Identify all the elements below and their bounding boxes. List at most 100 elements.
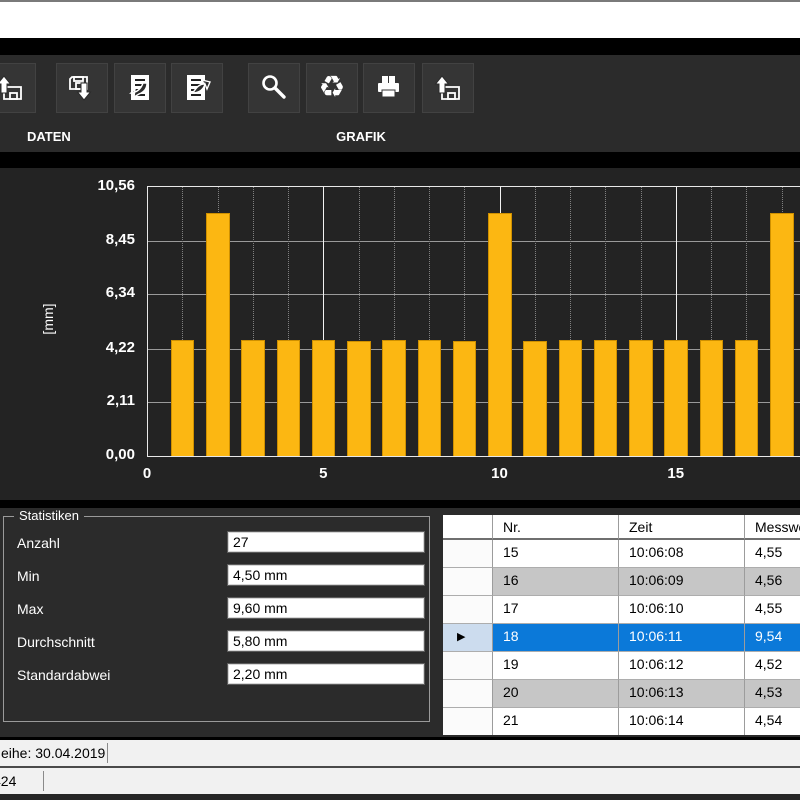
cell-nr: 21	[493, 708, 619, 735]
status-separator	[107, 743, 108, 763]
cell-zeit: 10:06:14	[619, 708, 745, 735]
plot-area	[147, 186, 800, 457]
cell-messwert: 4,52	[745, 652, 800, 680]
column-header[interactable]	[443, 515, 493, 540]
stat-label: Anzahl	[17, 535, 60, 551]
refresh-graph-button[interactable]: ♻	[306, 63, 358, 113]
table-row[interactable]: 1910:06:124,52	[443, 652, 800, 680]
stat-row: Anzahl	[4, 532, 429, 554]
bar	[700, 340, 724, 456]
column-header[interactable]: Zeit	[619, 515, 745, 540]
divider-strip	[0, 500, 800, 508]
table-row[interactable]: 1610:06:094,56	[443, 568, 800, 596]
stat-value-field[interactable]	[228, 565, 424, 585]
cell-messwert: 4,55	[745, 596, 800, 624]
bar	[488, 213, 512, 456]
floppy-arrow-up-icon	[0, 71, 27, 105]
x-tick-label: 10	[478, 465, 522, 483]
stat-value-field[interactable]	[228, 532, 424, 552]
statistics-groupbox: Statistiken AnzahlMinMaxDurchschnittStan…	[3, 516, 430, 722]
bar	[171, 340, 195, 456]
recycle-icon: ♻	[319, 73, 346, 103]
divider-strip	[0, 152, 800, 168]
bar	[523, 341, 547, 456]
cell-nr: 18	[493, 624, 619, 652]
stat-value-field[interactable]	[228, 598, 424, 618]
daten-label: DATEN	[27, 129, 71, 144]
status-series-date: eihe: 30.04.2019	[1, 745, 105, 761]
table-row-selected[interactable]: ▶1810:06:119,54	[443, 624, 800, 652]
stat-value-field[interactable]	[228, 664, 424, 684]
bar	[277, 340, 301, 456]
export-data-button[interactable]	[171, 63, 223, 113]
document-arrow-in-icon	[123, 71, 157, 105]
bar	[629, 340, 653, 456]
cell-zeit: 10:06:08	[619, 540, 745, 568]
bar	[382, 340, 406, 456]
h-gridline	[148, 241, 800, 242]
bar	[206, 213, 230, 456]
status-bar-top: eihe: 30.04.2019	[0, 740, 800, 766]
cell-messwert: 4,53	[745, 680, 800, 708]
y-tick-label: 10,56	[45, 177, 135, 195]
y-tick-label: 2,11	[45, 392, 135, 410]
stat-label: Min	[17, 568, 40, 584]
stat-value-field[interactable]	[228, 631, 424, 651]
cell-messwert: 9,54	[745, 624, 800, 652]
print-graph-button[interactable]	[363, 63, 415, 113]
table-row[interactable]: 1710:06:104,55	[443, 596, 800, 624]
x-tick-label: 0	[125, 465, 169, 483]
cell-zeit: 10:06:11	[619, 624, 745, 652]
stat-label: Standardabwei	[17, 667, 110, 683]
cell-nr: 15	[493, 540, 619, 568]
cell-messwert: 4,56	[745, 568, 800, 596]
save-data-button[interactable]	[56, 63, 108, 113]
row-header-cell	[443, 596, 493, 624]
document-arrow-out-icon	[180, 71, 214, 105]
toolbar-group-label-daten: DATEN	[0, 126, 222, 146]
table-row[interactable]: 2010:06:134,53	[443, 680, 800, 708]
lower-panels: Statistiken Anzahl Min Max Durchschnitt Stan…	[0, 508, 800, 737]
status-separator	[43, 771, 44, 791]
bar	[594, 340, 618, 456]
toolbar-group-label-grafik: GRAFIK	[250, 126, 472, 146]
cell-messwert: 4,55	[745, 540, 800, 568]
stat-label: Durchschnitt	[17, 634, 95, 650]
cell-nr: 20	[493, 680, 619, 708]
statistics-groupbox-title: Statistiken	[14, 508, 84, 523]
toolbar: ♻ DATEN GRAFIK	[0, 55, 800, 152]
import-data-button[interactable]	[114, 63, 166, 113]
save-graph-button[interactable]	[422, 63, 474, 113]
cell-zeit: 10:06:13	[619, 680, 745, 708]
row-selection-marker-icon: ▶	[443, 624, 493, 652]
column-header[interactable]: Messwert	[745, 515, 800, 540]
bar	[241, 340, 265, 456]
floppy-arrow-up-icon	[431, 71, 465, 105]
zoom-graph-button[interactable]	[248, 63, 300, 113]
column-header[interactable]: Nr.	[493, 515, 619, 540]
status-count: 424	[0, 773, 16, 789]
top-white-band	[0, 2, 800, 38]
bar	[347, 341, 371, 456]
load-data-button[interactable]	[0, 63, 36, 113]
table-row[interactable]: 1510:06:084,55	[443, 540, 800, 568]
bar	[735, 340, 759, 456]
x-tick-label: 15	[654, 465, 698, 483]
bar	[559, 340, 583, 456]
status-bar-bottom: 424	[0, 768, 800, 794]
stat-label: Max	[17, 601, 43, 617]
cell-zeit: 10:06:10	[619, 596, 745, 624]
table-row[interactable]: 2110:06:144,54	[443, 708, 800, 735]
bar	[312, 340, 336, 456]
h-gridline	[148, 294, 800, 295]
magnifier-icon	[257, 71, 291, 105]
row-header-cell	[443, 652, 493, 680]
row-header-cell	[443, 680, 493, 708]
y-tick-label: 0,00	[45, 446, 135, 464]
printer-icon	[372, 71, 406, 105]
measurement-table[interactable]: Nr.ZeitMesswert1510:06:084,551610:06:094…	[443, 515, 800, 735]
cell-nr: 17	[493, 596, 619, 624]
table-header-row: Nr.ZeitMesswert	[443, 515, 800, 540]
measurement-bar-chart: [mm] 0,002,114,226,348,4510,56051015	[0, 168, 800, 500]
bar	[770, 213, 794, 456]
